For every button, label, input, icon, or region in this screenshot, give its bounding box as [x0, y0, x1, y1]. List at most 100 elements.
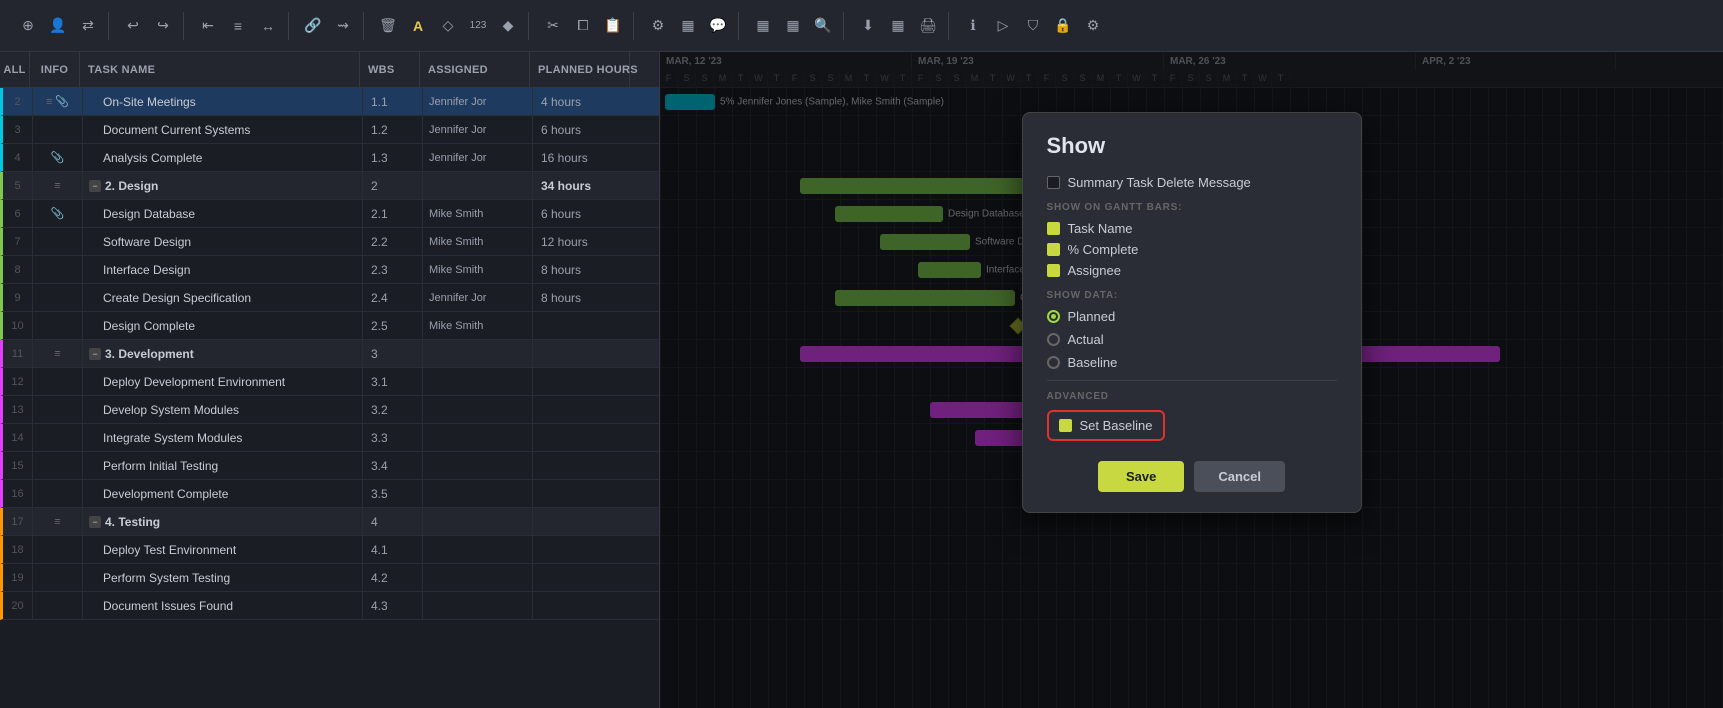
link-icon[interactable]: 🔗: [299, 12, 327, 40]
download-icon[interactable]: ⬇: [854, 12, 882, 40]
table-row[interactable]: 8 Interface Design 2.3 Mike Smith 8 hour…: [0, 256, 659, 284]
table-row[interactable]: 12 Deploy Development Environment 3.1: [0, 368, 659, 396]
table-row[interactable]: 4 📎 Analysis Complete 1.3 Jennifer Jor 1…: [0, 144, 659, 172]
baseline-radio[interactable]: [1047, 356, 1060, 369]
split-icon[interactable]: ▦: [749, 12, 777, 40]
col-header-name[interactable]: TASK NAME: [80, 52, 360, 87]
table-row[interactable]: 19 Perform System Testing 4.2: [0, 564, 659, 592]
table-row[interactable]: 10 Design Complete 2.5 Mike Smith: [0, 312, 659, 340]
task-name: Develop System Modules: [83, 396, 363, 423]
table-row[interactable]: 13 Develop System Modules 3.2: [0, 396, 659, 424]
col-header-assigned[interactable]: ASSIGNED: [420, 52, 530, 87]
hours-cell: 6 hours: [533, 116, 633, 143]
comment-icon[interactable]: 💬: [704, 12, 732, 40]
text-icon[interactable]: A: [404, 12, 432, 40]
show-data-label: SHOW DATA:: [1047, 290, 1337, 301]
gantt-item-complete[interactable]: % Complete: [1047, 242, 1337, 257]
table-row[interactable]: 18 Deploy Test Environment 4.1: [0, 536, 659, 564]
row-icons: [33, 452, 83, 479]
col-header-hours[interactable]: PLANNED HOURS: [530, 52, 630, 87]
assigned-cell: Mike Smith: [423, 200, 533, 227]
lock-icon[interactable]: 🔒: [1049, 12, 1077, 40]
planned-label: Planned: [1068, 309, 1116, 324]
play-icon[interactable]: ▷: [989, 12, 1017, 40]
table-row[interactable]: 17 ≡ − 4. Testing 4: [0, 508, 659, 536]
collapse-icon[interactable]: −: [89, 348, 101, 360]
share-icon[interactable]: ▦: [884, 12, 912, 40]
task-name: Interface Design: [83, 256, 363, 283]
radio-actual[interactable]: Actual: [1047, 332, 1337, 347]
sync-icon[interactable]: ⇄: [74, 12, 102, 40]
row-icon: ≡: [54, 516, 60, 528]
add-icon[interactable]: ⊕: [14, 12, 42, 40]
radio-planned[interactable]: Planned: [1047, 309, 1337, 324]
delete-icon[interactable]: 🗑: [374, 12, 402, 40]
properties-icon[interactable]: ⚙: [644, 12, 672, 40]
expand-icon[interactable]: ↔: [254, 12, 282, 40]
row-icons: [33, 480, 83, 507]
undo-icon[interactable]: ↩: [119, 12, 147, 40]
summary-task-row[interactable]: Summary Task Delete Message: [1047, 175, 1337, 190]
row-number: 6: [3, 200, 33, 227]
table-row[interactable]: 3 Document Current Systems 1.2 Jennifer …: [0, 116, 659, 144]
set-baseline-checkbox[interactable]: [1059, 419, 1072, 432]
save-button[interactable]: Save: [1098, 461, 1184, 492]
table-row[interactable]: 14 Integrate System Modules 3.3: [0, 424, 659, 452]
set-baseline-row[interactable]: Set Baseline: [1047, 410, 1165, 441]
table-row[interactable]: 9 Create Design Specification 2.4 Jennif…: [0, 284, 659, 312]
outdent-icon[interactable]: ⇤: [194, 12, 222, 40]
summary-task-checkbox[interactable]: [1047, 176, 1060, 189]
zoom-icon[interactable]: 🔍: [809, 12, 837, 40]
table-row[interactable]: 7 Software Design 2.2 Mike Smith 12 hour…: [0, 228, 659, 256]
diamond-icon[interactable]: ◆: [494, 12, 522, 40]
task-name: − 4. Testing: [83, 508, 363, 535]
actual-radio[interactable]: [1047, 333, 1060, 346]
row-icons: 📎: [33, 144, 83, 171]
copy-icon[interactable]: ⧠: [569, 12, 597, 40]
indent-icon[interactable]: ≡: [224, 12, 252, 40]
toolbar-group-add: ⊕ 👤 ⇄: [8, 12, 109, 40]
table-icon[interactable]: ▦: [674, 12, 702, 40]
paste-icon[interactable]: 📋: [599, 12, 627, 40]
collapse-icon[interactable]: −: [89, 516, 101, 528]
user-icon[interactable]: 👤: [44, 12, 72, 40]
table-row[interactable]: 11 ≡ − 3. Development 3: [0, 340, 659, 368]
col-header-wbs[interactable]: WBS: [360, 52, 420, 87]
wbs-cell: 3.4: [363, 452, 423, 479]
gantt-icon[interactable]: ▦: [779, 12, 807, 40]
collapse-icon[interactable]: −: [89, 180, 101, 192]
number-icon[interactable]: 123: [464, 12, 492, 40]
col-header-all[interactable]: ALL: [0, 52, 30, 87]
redo-icon[interactable]: ↪: [149, 12, 177, 40]
filter-icon[interactable]: ⛉: [1019, 12, 1047, 40]
gantt-item-assignee[interactable]: Assignee: [1047, 263, 1337, 278]
table-row[interactable]: 20 Document Issues Found 4.3: [0, 592, 659, 620]
table-row[interactable]: 5 ≡ − 2. Design 2 34 hours: [0, 172, 659, 200]
print-icon[interactable]: 🖨: [914, 12, 942, 40]
row-number: 12: [3, 368, 33, 395]
table-row[interactable]: 16 Development Complete 3.5: [0, 480, 659, 508]
complete-checkbox[interactable]: [1047, 243, 1060, 256]
unlink-icon[interactable]: ⇝: [329, 12, 357, 40]
settings-icon[interactable]: ⚙: [1079, 12, 1107, 40]
assigned-cell: Jennifer Jor: [423, 284, 533, 311]
wbs-cell: 3.3: [363, 424, 423, 451]
taskname-checkbox[interactable]: [1047, 222, 1060, 235]
shape-icon[interactable]: ◇: [434, 12, 462, 40]
assigned-cell: [423, 368, 533, 395]
row-icon: 📎: [51, 207, 65, 220]
col-header-info[interactable]: INFO: [30, 52, 80, 87]
cut-icon[interactable]: ✂: [539, 12, 567, 40]
table-row[interactable]: 15 Perform Initial Testing 3.4: [0, 452, 659, 480]
info-icon[interactable]: ℹ: [959, 12, 987, 40]
row-icons: [33, 284, 83, 311]
gantt-item-taskname[interactable]: Task Name: [1047, 221, 1337, 236]
table-row[interactable]: 6 📎 Design Database 2.1 Mike Smith 6 hou…: [0, 200, 659, 228]
row-icons: ≡📎: [33, 88, 83, 115]
cancel-button[interactable]: Cancel: [1194, 461, 1285, 492]
taskname-label: Task Name: [1068, 221, 1133, 236]
assignee-checkbox[interactable]: [1047, 264, 1060, 277]
planned-radio[interactable]: [1047, 310, 1060, 323]
table-row[interactable]: 2 ≡📎 On-Site Meetings 1.1 Jennifer Jor 4…: [0, 88, 659, 116]
radio-baseline[interactable]: Baseline: [1047, 355, 1337, 370]
